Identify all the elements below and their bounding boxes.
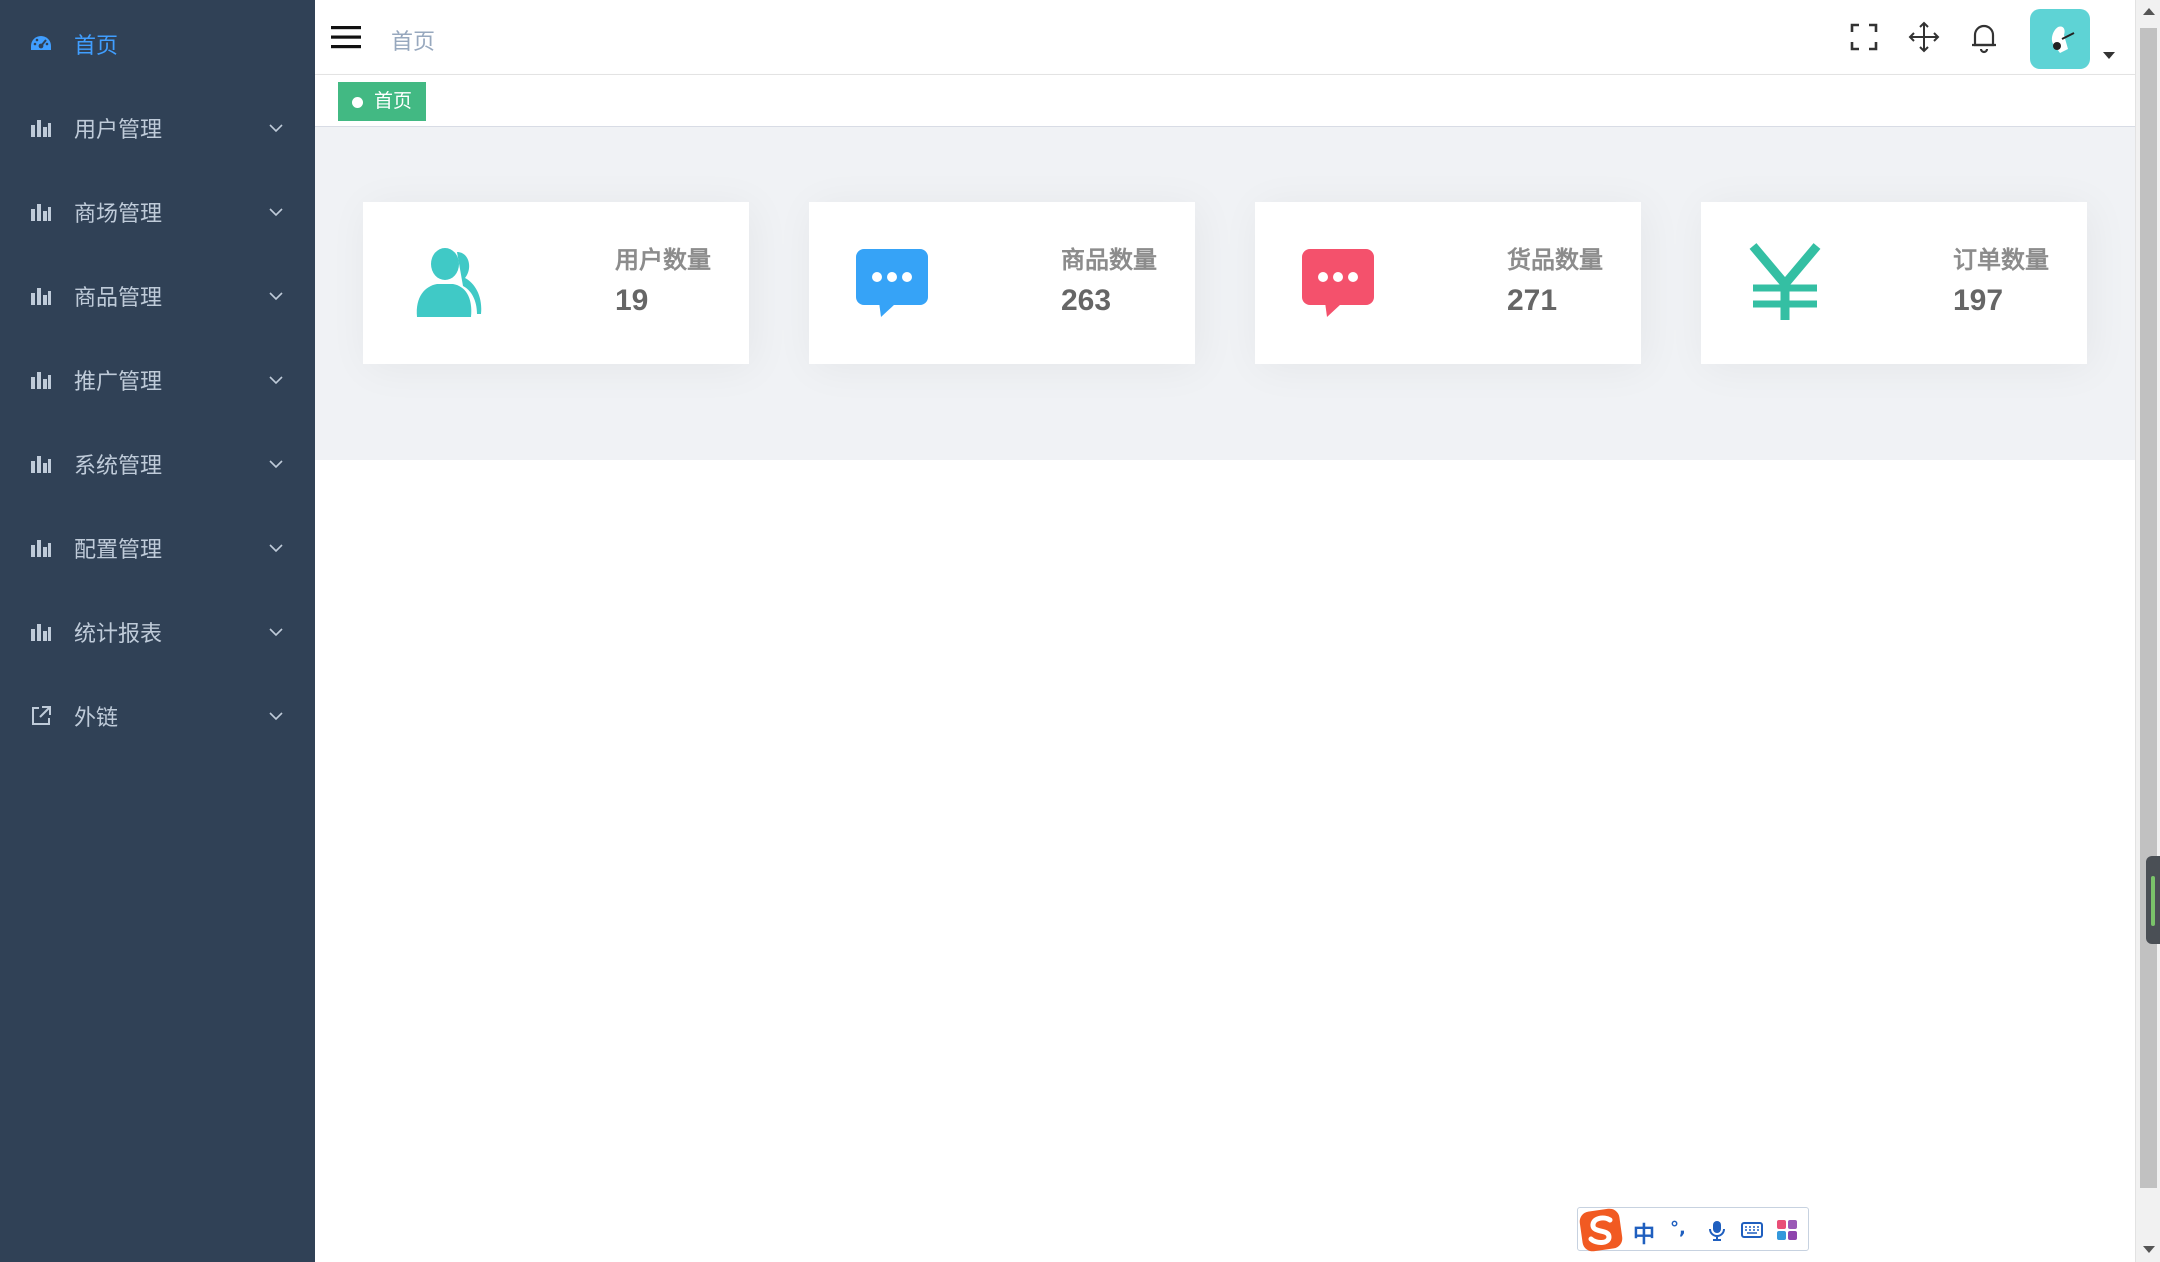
chevron-down-icon	[269, 544, 283, 553]
ime-toolbar[interactable]: 中 °,	[1577, 1207, 1809, 1252]
bar-chart-icon	[28, 535, 54, 561]
bar-chart-icon	[28, 367, 54, 393]
sidebar-item-statistics-reports[interactable]: 统计报表	[0, 590, 315, 674]
apps-grid-icon[interactable]	[1776, 1219, 1798, 1241]
chevron-down-icon	[269, 376, 283, 385]
stat-card-title: 用户数量	[615, 246, 711, 274]
dashboard-icon	[28, 31, 54, 57]
hamburger-icon[interactable]	[329, 22, 363, 52]
stat-card-value: 197	[1953, 284, 2004, 317]
sidebar-item-label: 外链	[74, 706, 119, 731]
stat-card-goods[interactable]: 商品数量 263	[809, 202, 1195, 364]
yuan-icon	[1749, 243, 1821, 320]
stat-card-value: 263	[1061, 284, 1112, 317]
tag-label: 首页	[374, 90, 413, 112]
chevron-down-icon	[269, 712, 283, 721]
chevron-down-icon	[269, 124, 283, 133]
message-icon	[856, 249, 928, 317]
stat-card-value: 271	[1507, 284, 1558, 317]
sidebar-item-user-management[interactable]: 用户管理	[0, 86, 315, 170]
stat-card-users[interactable]: 用户数量 19	[363, 202, 749, 364]
users-icon	[416, 248, 482, 317]
bar-chart-icon	[28, 451, 54, 477]
chevron-down-icon	[269, 460, 283, 469]
sidebar-item-system-management[interactable]: 系统管理	[0, 422, 315, 506]
ime-punctuation[interactable]: °,	[1670, 1218, 1686, 1239]
external-link-icon	[28, 703, 54, 729]
sidebar-item-label: 首页	[74, 34, 119, 59]
scroll-down-icon[interactable]	[2143, 1246, 2155, 1253]
avatar[interactable]	[2030, 9, 2090, 69]
sidebar-item-mall-management[interactable]: 商场管理	[0, 170, 315, 254]
bell-icon[interactable]	[1967, 20, 2001, 54]
sidebar-item-config-management[interactable]: 配置管理	[0, 506, 315, 590]
sidebar: 首页 用户管理 商场管理 商品管理 推广管理 系统管理 配置管理 统计报表 外链	[0, 0, 315, 1262]
caret-down-icon[interactable]	[2103, 52, 2115, 59]
sidebar-item-promotion-management[interactable]: 推广管理	[0, 338, 315, 422]
stat-card-title: 货品数量	[1507, 246, 1603, 274]
message-icon	[1302, 249, 1374, 317]
stat-card-orders[interactable]: 订单数量 197	[1701, 202, 2087, 364]
tag-home[interactable]: 首页	[338, 82, 427, 121]
chevron-down-icon	[269, 292, 283, 301]
scrollbar-thumb[interactable]	[2140, 28, 2157, 1188]
keyboard-icon[interactable]	[1741, 1219, 1763, 1241]
move-icon[interactable]	[1907, 20, 1941, 54]
sidebar-item-label: 推广管理	[74, 370, 163, 395]
ime-mode[interactable]: 中	[1633, 1217, 1655, 1249]
stat-card-products[interactable]: 货品数量 271	[1255, 202, 1641, 364]
stat-card-title: 商品数量	[1061, 246, 1157, 274]
sidebar-item-home[interactable]: 首页	[0, 2, 315, 86]
sidebar-item-external-link[interactable]: 外链	[0, 674, 315, 758]
bar-chart-icon	[28, 115, 54, 141]
navbar: 首页	[315, 0, 2135, 75]
vertical-scrollbar[interactable]	[2135, 0, 2160, 1262]
fullscreen-icon[interactable]	[1847, 20, 1881, 54]
sogou-logo-icon	[1579, 1208, 1623, 1252]
sidebar-item-label: 系统管理	[74, 454, 163, 479]
sidebar-item-label: 用户管理	[74, 118, 163, 143]
sidebar-item-label: 统计报表	[74, 622, 163, 647]
stat-card-title: 订单数量	[1953, 246, 2049, 274]
sidebar-item-label: 配置管理	[74, 538, 163, 563]
stat-card-value: 19	[615, 284, 649, 317]
panel-group: 用户数量 19 商品数量 263 货品数量 271 订单数量 197	[315, 127, 2135, 460]
bar-chart-icon	[28, 619, 54, 645]
scroll-up-icon[interactable]	[2143, 8, 2155, 15]
chevron-down-icon	[269, 628, 283, 637]
bar-chart-icon	[28, 199, 54, 225]
sidebar-item-label: 商场管理	[74, 202, 163, 227]
sidebar-item-goods-management[interactable]: 商品管理	[0, 254, 315, 338]
tags-view: 首页	[315, 75, 2135, 127]
bar-chart-icon	[28, 283, 54, 309]
microphone-icon[interactable]	[1706, 1219, 1728, 1241]
tag-active-dot	[352, 97, 363, 108]
sidebar-item-label: 商品管理	[74, 286, 163, 311]
chevron-down-icon	[269, 208, 283, 217]
side-drawer-handle[interactable]	[2146, 856, 2160, 944]
breadcrumb[interactable]: 首页	[391, 24, 435, 56]
